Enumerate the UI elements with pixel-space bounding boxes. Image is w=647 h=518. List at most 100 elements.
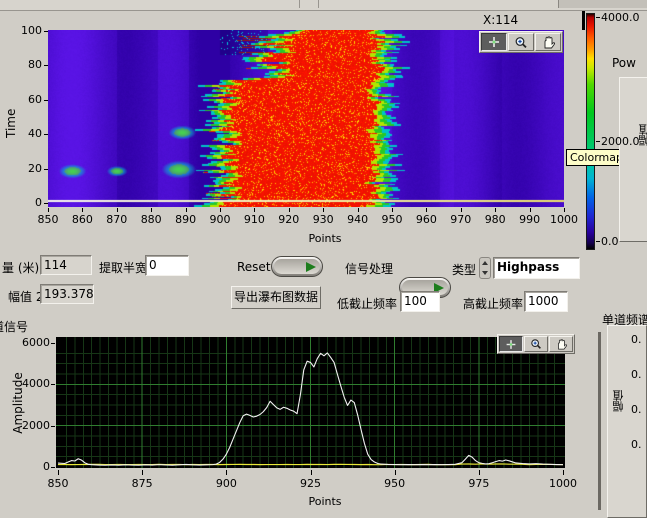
line-chart-plot[interactable] <box>56 337 565 468</box>
pan-tool-icon <box>555 339 568 350</box>
line-chart-y-tick-mark <box>51 343 55 344</box>
waterfall-y-tick-label: 40 <box>14 127 42 140</box>
spinner-up-icon[interactable] <box>482 261 488 265</box>
toggle-arrow-icon <box>306 262 316 272</box>
waterfall-x-axis-label: Points <box>305 232 345 245</box>
position-value-display: 114 <box>40 255 92 275</box>
position-label: 量 (米) <box>2 259 39 276</box>
line-chart-y-tick-label: 4000 <box>14 377 50 390</box>
line-chart-x-tick-label: 900 <box>206 477 246 490</box>
signal-processing-label: 信号处理 <box>345 260 393 277</box>
panel-divider <box>598 332 601 510</box>
cursor-tool-button[interactable] <box>499 336 523 352</box>
spectrogram-canvas[interactable] <box>48 30 564 207</box>
waterfall-x-tick-mark <box>530 208 531 212</box>
colorbar-tick-label: 4000.0 <box>601 11 640 24</box>
amp2-label: 幅值 2 <box>8 288 43 305</box>
waterfall-x-tick-mark <box>82 208 83 212</box>
line-chart-x-tick-label: 850 <box>38 477 78 490</box>
top-strip <box>0 0 647 11</box>
low-cutoff-label: 低截止频率 <box>337 295 397 312</box>
waterfall-x-tick-mark <box>117 208 118 212</box>
waterfall-x-tick-label: 1000 <box>544 213 584 226</box>
waterfall-x-tick-mark <box>151 208 152 212</box>
waterfall-x-tick-mark <box>220 208 221 212</box>
waterfall-y-tick-mark <box>44 134 48 135</box>
colorbar-cursor-mark <box>582 11 585 30</box>
waterfall-y-tick-mark <box>44 31 48 32</box>
line-chart-x-tick-mark <box>479 470 480 475</box>
colormap-tooltip: Colormap <box>566 149 627 166</box>
line-chart-x-tick-label: 925 <box>291 477 331 490</box>
colorbar-tick-mark <box>596 141 600 142</box>
spectrum-panel-y-tick-label: 0. <box>631 438 647 451</box>
filter-type-combo[interactable]: Highpass <box>493 257 580 279</box>
export-waterfall-button[interactable]: 导出瀑布图数据 <box>231 286 321 309</box>
waterfall-y-tick-mark <box>44 65 48 66</box>
cursor-readout: X:114 <box>483 13 518 27</box>
filter-type-label: 类型 <box>452 261 476 278</box>
zoom-tool-button[interactable] <box>508 33 534 51</box>
colorbar-tick-label: 0.0 <box>601 235 619 248</box>
line-chart-x-tick-mark <box>226 470 227 475</box>
waterfall-y-tick-label: 100 <box>14 24 42 37</box>
top-strip-notch <box>299 0 319 8</box>
spinner-down-icon[interactable] <box>482 271 488 275</box>
waterfall-x-tick-mark <box>254 208 255 212</box>
waterfall-x-tick-mark <box>289 208 290 212</box>
line-chart-x-tick-label: 950 <box>375 477 415 490</box>
colorbar-tick-label: 2000.0 <box>601 135 640 148</box>
waterfall-x-tick-mark <box>461 208 462 212</box>
power-panel-label: Pow <box>612 56 636 70</box>
low-cutoff-input[interactable]: 100 <box>400 291 440 312</box>
line-chart-y-tick-label: 2000 <box>14 419 50 432</box>
waterfall-y-tick-label: 60 <box>14 93 42 106</box>
spectrum-panel-y-axis-label: 幅值 <box>611 390 627 412</box>
line-chart-x-tick-label: 875 <box>122 477 162 490</box>
line-chart-x-tick-label: 975 <box>459 477 499 490</box>
waterfall-x-tick-mark <box>323 208 324 212</box>
pan-tool-button[interactable] <box>549 336 573 352</box>
pan-tool-button[interactable] <box>535 33 561 51</box>
line-chart-y-tick-mark <box>51 426 55 427</box>
waterfall-x-tick-mark <box>48 208 49 212</box>
reset-label: Reset <box>237 260 271 274</box>
line-chart-graph-palette <box>497 334 575 354</box>
zoom-tool-button[interactable] <box>524 336 548 352</box>
colorbar[interactable] <box>586 13 595 250</box>
spectrum-panel-y-tick-label: 0. <box>631 333 647 346</box>
line-chart-y-tick-mark <box>51 467 55 468</box>
reset-toggle[interactable] <box>271 256 323 277</box>
cursor-tool-button[interactable] <box>481 33 507 51</box>
waterfall-x-tick-mark <box>186 208 187 212</box>
line-chart-x-tick-label: 1000 <box>543 477 583 490</box>
waterfall-x-tick-mark <box>495 208 496 212</box>
extract-half-width-input[interactable]: 0 <box>145 255 189 276</box>
cursor-tool-icon <box>486 36 502 48</box>
waterfall-y-tick-label: 20 <box>14 162 42 175</box>
pan-tool-icon <box>541 36 556 49</box>
colorbar-tick-mark <box>596 241 600 242</box>
spectrum-panel-y-tick-label: 0. <box>631 368 647 381</box>
line-chart-x-axis-label: Points <box>305 495 345 508</box>
cursor-tool-icon <box>504 339 518 350</box>
high-cutoff-input[interactable]: 1000 <box>524 291 568 312</box>
waterfall-x-tick-mark <box>392 208 393 212</box>
extract-half-width-label: 提取半宽 <box>99 259 147 276</box>
line-chart-y-tick-label: 0 <box>14 460 50 473</box>
line-chart-x-tick-mark <box>395 470 396 475</box>
line-chart-x-tick-mark <box>58 470 59 475</box>
filter-type-spinner[interactable] <box>479 257 491 279</box>
waterfall-y-tick-mark <box>44 203 48 204</box>
top-strip-right-block <box>558 0 647 8</box>
line-chart-x-tick-mark <box>142 470 143 475</box>
line-chart-x-tick-mark <box>563 470 564 475</box>
waterfall-y-tick-label: 0 <box>14 196 42 209</box>
waterfall-graph-palette <box>479 31 563 53</box>
waterfall-x-tick-mark <box>358 208 359 212</box>
colorbar-tick-mark <box>596 17 600 18</box>
line-chart-x-tick-mark <box>311 470 312 475</box>
spectrum-panel <box>607 325 647 518</box>
waterfall-y-tick-label: 80 <box>14 58 42 71</box>
high-cutoff-label: 高截止频率 <box>463 295 523 312</box>
